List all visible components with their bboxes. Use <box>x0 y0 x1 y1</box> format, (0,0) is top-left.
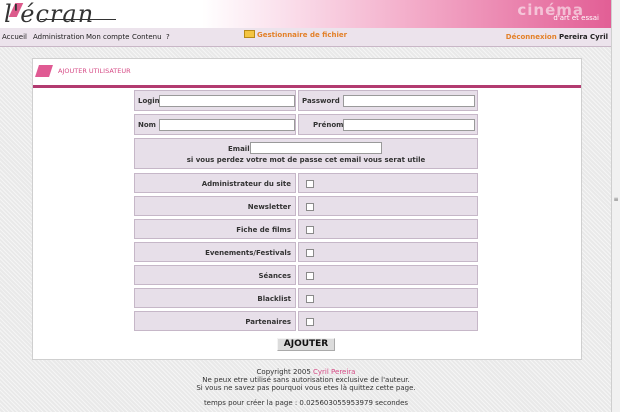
prenom-cell: Prénom <box>298 114 478 135</box>
email-label: Email <box>228 145 250 153</box>
permission-label-cell: Séances <box>134 265 296 285</box>
password-cell: Password <box>298 90 478 111</box>
password-label: Password <box>302 97 340 105</box>
nav-contenu[interactable]: Contenu <box>132 33 162 41</box>
panel-title-icon <box>35 65 53 77</box>
permission-checkbox-cell <box>298 173 478 193</box>
footer-copyright: Copyright 2005 Cyril Pereira <box>0 368 612 376</box>
site-header: l'écran cinéma d'art et essai <box>0 0 612 28</box>
nav-help[interactable]: ? <box>166 33 170 41</box>
author-link[interactable]: Cyril Pereira <box>313 368 355 376</box>
top-nav: Accueil Administration Mon compte Conten… <box>0 28 612 47</box>
email-hint: si vous perdez votre mot de passe cet em… <box>186 156 426 164</box>
panel-divider <box>33 85 581 88</box>
permission-checkbox[interactable] <box>306 180 314 188</box>
permission-label-cell: Partenaires <box>134 311 296 331</box>
footer: Copyright 2005 Cyril Pereira Ne peux etr… <box>0 368 612 407</box>
permission-label-cell: Blacklist <box>134 288 296 308</box>
login-label: Login <box>138 97 160 105</box>
permission-label: Evenements/Festivals <box>205 249 291 257</box>
file-manager-link[interactable]: Gestionnaire de fichier <box>244 30 348 39</box>
permission-checkbox-cell <box>298 242 478 262</box>
permission-checkbox[interactable] <box>306 249 314 257</box>
nav-administration[interactable]: Administration <box>33 33 84 41</box>
nom-label: Nom <box>138 121 156 129</box>
scroll-grip-icon[interactable]: ≡ <box>613 196 619 204</box>
permission-checkbox[interactable] <box>306 203 314 211</box>
permission-label: Fiche de films <box>236 226 291 234</box>
footer-line-3: Si vous ne savez pas pourquoi vous etes … <box>196 384 416 392</box>
add-user-button[interactable]: AJOUTER <box>277 338 335 351</box>
permission-checkbox-cell <box>298 219 478 239</box>
copyright-text: Copyright 2005 <box>256 368 311 376</box>
login-input[interactable] <box>159 95 295 107</box>
permission-label: Séances <box>258 272 291 280</box>
brand-subtitle: d'art et essai <box>553 14 599 22</box>
permission-checkbox[interactable] <box>306 226 314 234</box>
file-manager-label: Gestionnaire de fichier <box>257 31 348 39</box>
site-logo[interactable]: l'écran <box>4 0 94 28</box>
prenom-label: Prénom <box>313 121 344 129</box>
login-cell: Login <box>134 90 296 111</box>
add-user-panel: AJOUTER UTILISATEUR Login Password Nom P… <box>32 58 582 360</box>
email-cell: Email si vous perdez votre mot de passe … <box>134 138 478 169</box>
nav-accueil[interactable]: Accueil <box>2 33 27 41</box>
panel-title: AJOUTER UTILISATEUR <box>58 67 131 75</box>
folder-icon <box>244 30 255 38</box>
logout-link[interactable]: Déconnexion <box>506 33 557 41</box>
user-area: Déconnexion Pereira Cyril <box>506 33 608 41</box>
permission-label: Partenaires <box>245 318 291 326</box>
permission-label-cell: Evenements/Festivals <box>134 242 296 262</box>
email-input[interactable] <box>250 142 382 154</box>
permission-label-cell: Administrateur du site <box>134 173 296 193</box>
nav-mon-compte[interactable]: Mon compte <box>86 33 129 41</box>
footer-line-2: Ne peux etre utilisé sans autorisation e… <box>202 376 410 384</box>
permission-checkbox-cell <box>298 288 478 308</box>
nom-input[interactable] <box>159 119 295 131</box>
permission-checkbox[interactable] <box>306 295 314 303</box>
permission-label: Blacklist <box>257 295 291 303</box>
vertical-scrollbar[interactable]: ≡ <box>611 0 620 412</box>
permission-checkbox-cell <box>298 196 478 216</box>
permission-checkbox[interactable] <box>306 272 314 280</box>
username: Pereira Cyril <box>558 33 608 41</box>
prenom-input[interactable] <box>343 119 475 131</box>
permission-checkbox[interactable] <box>306 318 314 326</box>
permission-label-cell: Newsletter <box>134 196 296 216</box>
password-input[interactable] <box>343 95 475 107</box>
permission-checkbox-cell <box>298 265 478 285</box>
logo-underline <box>40 19 116 20</box>
permission-label-cell: Fiche de films <box>134 219 296 239</box>
permission-label: Administrateur du site <box>201 180 291 188</box>
footer-render-time: temps pour créer la page : 0.02560305595… <box>203 399 409 407</box>
nom-cell: Nom <box>134 114 296 135</box>
permission-label: Newsletter <box>247 203 291 211</box>
permission-checkbox-cell <box>298 311 478 331</box>
